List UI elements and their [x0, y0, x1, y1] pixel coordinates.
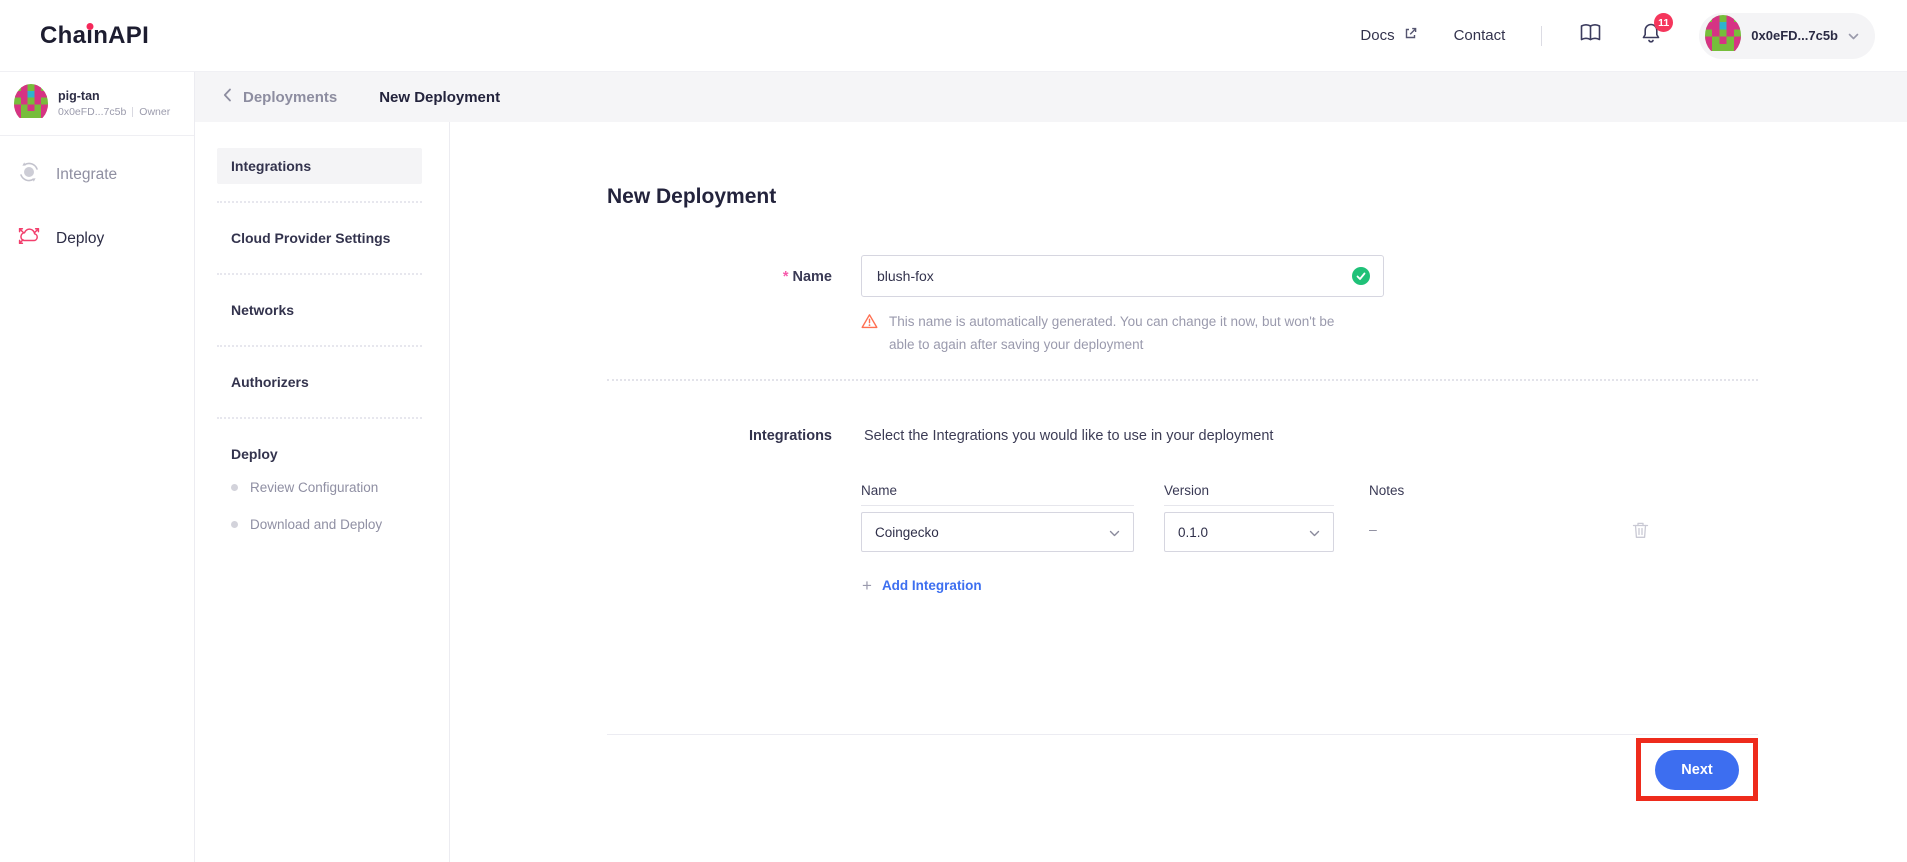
section-divider [607, 379, 1758, 381]
step-divider [217, 201, 422, 203]
library-button[interactable] [1578, 21, 1603, 50]
account-address: 0x0eFD...7c5b [1751, 28, 1838, 43]
chevron-left-icon [223, 88, 232, 106]
sidebar-item-label: Integrate [56, 166, 117, 184]
integrations-section-label: Integrations [560, 428, 832, 444]
org-info: pig-tan 0x0eFD...7c5b Owner [58, 89, 170, 118]
deploy-icon [16, 223, 42, 254]
name-field-label: *Name [560, 269, 832, 285]
step-divider [217, 273, 422, 275]
plus-icon: + [862, 577, 872, 594]
name-warning: This name is automatically generated. Yo… [861, 310, 1361, 356]
column-header-version: Version [1164, 483, 1209, 498]
logo-text-tail: nAPI [93, 22, 149, 50]
integration-name-value: Coingecko [875, 525, 939, 540]
logo-dotted-i: i [86, 22, 93, 50]
book-icon [1578, 21, 1603, 50]
name-input[interactable] [875, 267, 1352, 285]
back-label: Deployments [243, 89, 337, 106]
main-content: New Deployment *Name This name is automa… [450, 122, 1907, 862]
org-meta-divider [132, 107, 133, 117]
valid-check-icon [1352, 267, 1370, 285]
step-review-configuration[interactable]: Review Configuration [231, 474, 422, 501]
integration-notes-value: – [1369, 521, 1377, 537]
deployment-steps-nav: Integrations Cloud Provider Settings Net… [195, 122, 450, 862]
integrate-icon [16, 159, 42, 190]
org-switcher[interactable]: pig-tan 0x0eFD...7c5b Owner [0, 72, 194, 136]
step-divider [217, 417, 422, 419]
required-mark: * [783, 269, 789, 285]
sub-step-label: Download and Deploy [250, 517, 382, 532]
sub-step-label: Review Configuration [250, 480, 378, 495]
sidebar-item-label: Deploy [56, 230, 104, 248]
column-underline [1164, 505, 1334, 506]
header-divider [1541, 26, 1542, 46]
notifications-badge: 11 [1654, 13, 1673, 32]
contact-link[interactable]: Contact [1454, 27, 1506, 44]
sidebar-item-integrate[interactable]: Integrate [0, 149, 194, 200]
notifications-button[interactable]: 11 [1639, 21, 1663, 50]
docs-label: Docs [1360, 27, 1394, 44]
docs-link[interactable]: Docs [1360, 26, 1417, 45]
name-label-text: Name [793, 269, 833, 285]
org-avatar [14, 84, 48, 123]
column-header-name: Name [861, 483, 897, 498]
add-integration-button[interactable]: + Add Integration [862, 577, 982, 594]
avatar [1705, 15, 1741, 56]
chevron-down-icon [1109, 525, 1120, 540]
sidebar-item-deploy[interactable]: Deploy [0, 213, 194, 264]
org-name: pig-tan [58, 89, 170, 103]
add-integration-label: Add Integration [882, 578, 982, 593]
app: ChainAPI Docs Contact [0, 0, 1907, 862]
footer-divider [607, 734, 1758, 735]
bullet-icon [231, 521, 238, 528]
column-underline [861, 505, 1134, 506]
column-header-notes: Notes [1369, 483, 1404, 498]
logo: ChainAPI [40, 22, 149, 50]
org-role: Owner [139, 106, 170, 118]
integration-name-select[interactable]: Coingecko [861, 512, 1134, 552]
step-integrations[interactable]: Integrations [217, 148, 422, 184]
integrations-description: Select the Integrations you would like t… [864, 428, 1273, 444]
step-cloud-provider-settings[interactable]: Cloud Provider Settings [217, 220, 422, 256]
delete-integration-button[interactable] [1630, 520, 1651, 546]
warning-icon [861, 313, 878, 329]
external-link-icon [1403, 26, 1418, 45]
next-button[interactable]: Next [1655, 750, 1739, 790]
account-menu[interactable]: 0x0eFD...7c5b [1699, 13, 1875, 59]
org-address: 0x0eFD...7c5b [58, 106, 126, 118]
annotation-highlight-box: Next [1636, 738, 1758, 801]
trash-icon [1630, 528, 1651, 545]
app-header: ChainAPI Docs Contact [0, 0, 1907, 72]
step-authorizers[interactable]: Authorizers [217, 364, 422, 400]
bullet-icon [231, 484, 238, 491]
name-input-wrap [861, 255, 1384, 297]
warning-text: This name is automatically generated. Yo… [889, 310, 1351, 356]
contact-label: Contact [1454, 27, 1506, 44]
breadcrumb-bar: Deployments New Deployment [195, 72, 1907, 122]
step-networks[interactable]: Networks [217, 292, 422, 328]
app-sidebar: pig-tan 0x0eFD...7c5b Owner Integrate De… [0, 72, 195, 862]
tab-new-deployment[interactable]: New Deployment [379, 89, 500, 106]
integration-version-select[interactable]: 0.1.0 [1164, 512, 1334, 552]
page-title: New Deployment [607, 185, 776, 209]
back-to-deployments[interactable]: Deployments [223, 88, 337, 106]
integration-version-value: 0.1.0 [1178, 525, 1208, 540]
step-divider [217, 345, 422, 347]
logo-text: Cha [40, 22, 86, 50]
step-deploy[interactable]: Deploy [217, 436, 422, 472]
chevron-down-icon [1848, 27, 1859, 45]
chevron-down-icon [1309, 525, 1320, 540]
step-download-and-deploy[interactable]: Download and Deploy [231, 511, 422, 538]
header-actions: Docs Contact 11 [1360, 13, 1875, 59]
